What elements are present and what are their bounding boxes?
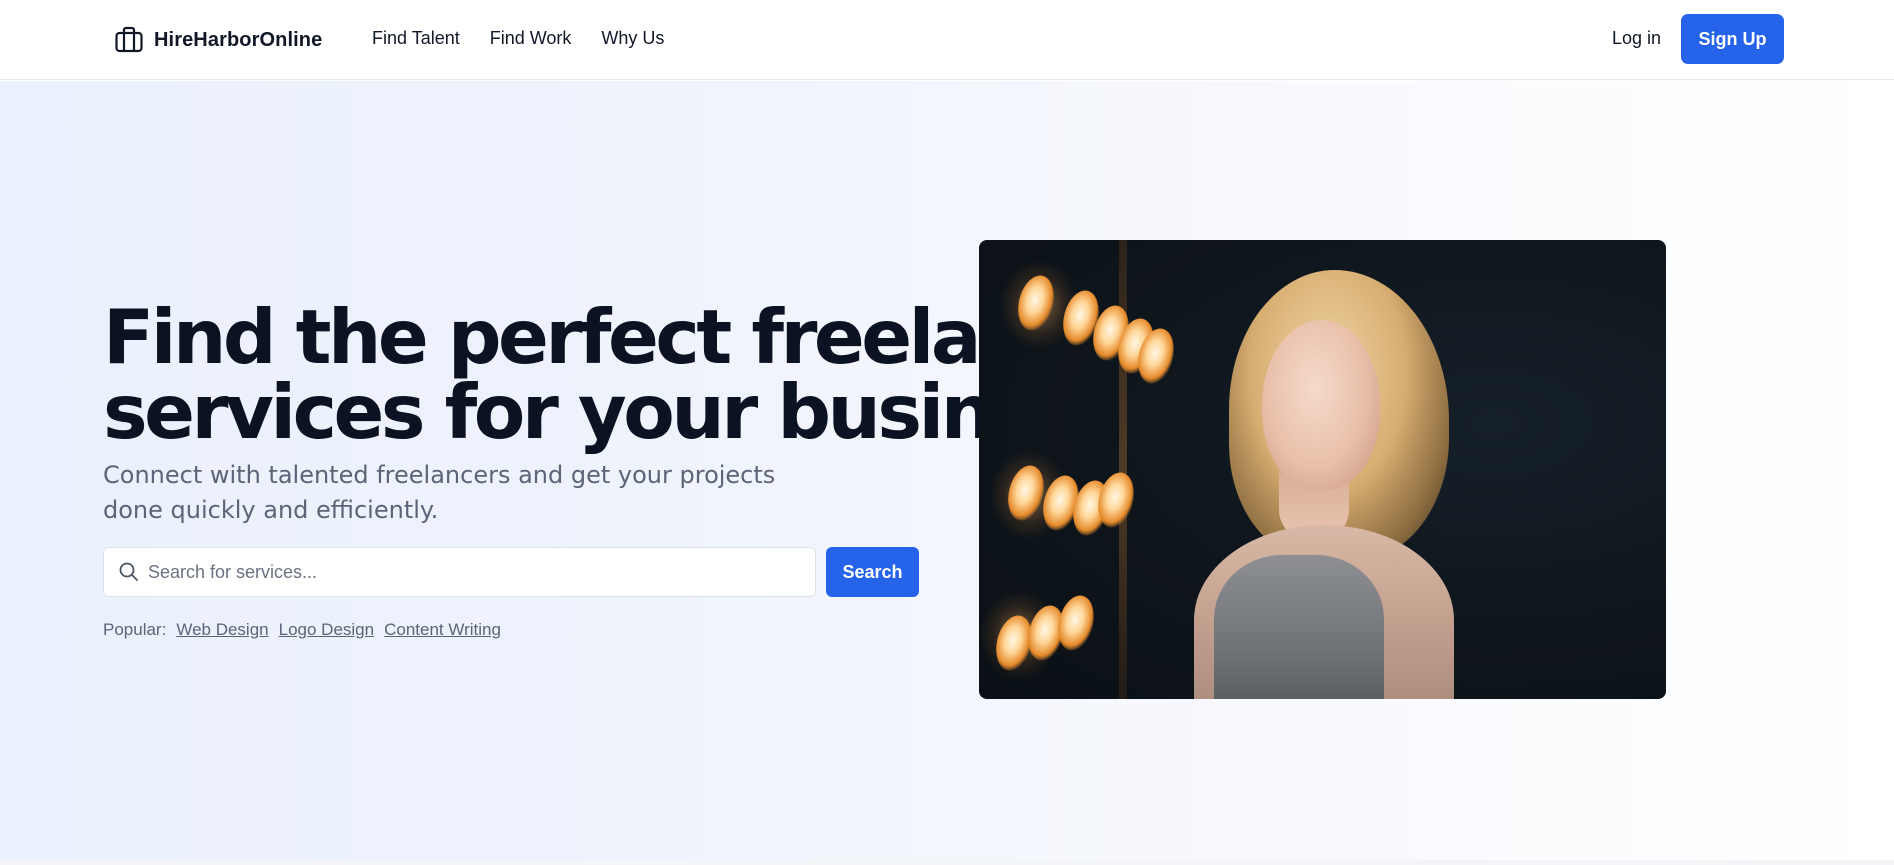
hero-headline: Find the perfect freelance services for … [103, 293, 1124, 456]
nav-find-work[interactable]: Find Work [490, 28, 572, 49]
nav-find-talent[interactable]: Find Talent [372, 28, 460, 49]
brand[interactable]: HireHarborOnline [114, 22, 322, 58]
popular-searches: Popular: Web Design Logo Design Content … [103, 620, 501, 640]
hero-image [979, 240, 1666, 699]
hero-headline-line-1: Find the perfect freelance [103, 293, 1120, 381]
section-divider [0, 860, 1894, 865]
search-icon [119, 562, 138, 581]
portrait-top [1214, 555, 1384, 699]
login-link[interactable]: Log in [1612, 28, 1661, 49]
portrait-face [1262, 320, 1380, 490]
search-button[interactable]: Search [826, 547, 919, 597]
search-input[interactable] [144, 548, 804, 596]
popular-label: Popular: [103, 620, 167, 639]
site-header: HireHarborOnline Find Talent Find Work W… [0, 0, 1894, 80]
main-nav: Find Talent Find Work Why Us [372, 28, 664, 49]
briefcase-icon [115, 26, 143, 53]
popular-tag-logo-design[interactable]: Logo Design [279, 620, 374, 640]
nav-why-us[interactable]: Why Us [601, 28, 664, 49]
search-box [103, 547, 816, 597]
signup-button[interactable]: Sign Up [1681, 14, 1784, 64]
hero-subheadline: Connect with talented freelancers and ge… [103, 461, 776, 524]
brand-name: HireHarborOnline [154, 28, 323, 51]
hero-headline-line-2: services for your business [103, 368, 1124, 456]
popular-tag-web-design[interactable]: Web Design [176, 620, 268, 640]
popular-tag-content-writing[interactable]: Content Writing [384, 620, 501, 640]
